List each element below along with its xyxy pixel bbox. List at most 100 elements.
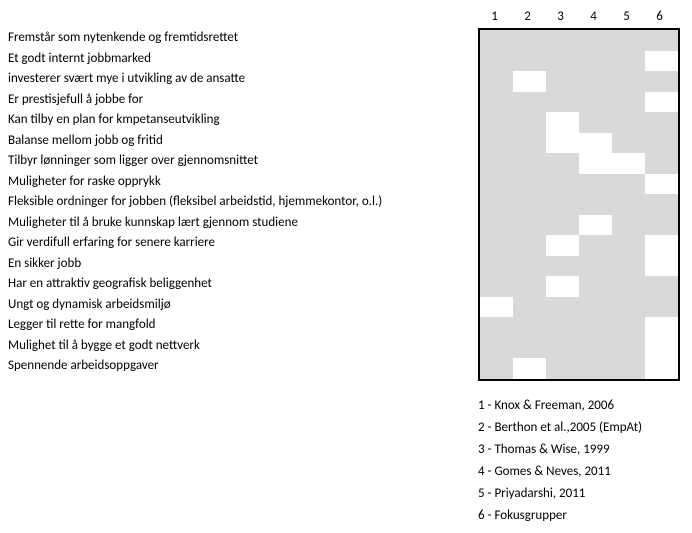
matrix-cell: [612, 194, 645, 215]
matrix-cell: [612, 276, 645, 297]
matrix-cell: [546, 92, 579, 113]
matrix-cell: [546, 297, 579, 318]
legend-item: 3 - Thomas & Wise, 1999: [478, 439, 686, 461]
matrix-cell: [513, 297, 546, 318]
matrix-cell: [645, 112, 678, 133]
matrix-cell: [513, 235, 546, 256]
matrix-cell: [645, 317, 678, 338]
matrix-cell: [546, 112, 579, 133]
col-header: 4: [577, 6, 610, 28]
matrix-cell: [612, 297, 645, 318]
row-labels: Fremstår som nytenkende og fremtidsrette…: [6, 28, 478, 381]
matrix-cell: [579, 133, 612, 154]
matrix-cell: [480, 256, 513, 277]
legend-item: 4 - Gomes & Neves, 2011: [478, 461, 686, 483]
matrix-cell: [546, 256, 579, 277]
legend-item: 6 - Fokusgrupper: [478, 505, 686, 527]
matrix-cell: [579, 256, 612, 277]
matrix-cell: [579, 276, 612, 297]
col-header: 3: [544, 6, 577, 28]
row-label: Balanse mellom jobb og fritid: [6, 131, 478, 152]
matrix-cell: [513, 153, 546, 174]
matrix-cell: [579, 358, 612, 379]
matrix-cell: [480, 133, 513, 154]
matrix-cell: [645, 358, 678, 379]
matrix-cell: [645, 276, 678, 297]
matrix-row: [480, 317, 678, 338]
matrix-cell: [546, 338, 579, 359]
matrix-cell: [612, 235, 645, 256]
matrix-row: [480, 256, 678, 277]
matrix-body: [478, 28, 680, 381]
header-spacer: [6, 6, 478, 28]
legend-item: 1 - Knox & Freeman, 2006: [478, 395, 686, 417]
matrix-cell: [546, 215, 579, 236]
matrix-row: [480, 358, 678, 379]
matrix-cell: [612, 133, 645, 154]
matrix-cell: [546, 358, 579, 379]
matrix-cell: [480, 30, 513, 51]
row-label: Fremstår som nytenkende og fremtidsrette…: [6, 28, 478, 49]
matrix-cell: [612, 215, 645, 236]
col-header: 6: [643, 6, 676, 28]
legend: 1 - Knox & Freeman, 20062 - Berthon et a…: [478, 395, 686, 527]
matrix-cell: [645, 30, 678, 51]
matrix-cell: [546, 317, 579, 338]
matrix-cell: [480, 174, 513, 195]
matrix-cell: [480, 358, 513, 379]
col-header: 2: [511, 6, 544, 28]
matrix-cell: [480, 317, 513, 338]
matrix-cell: [480, 276, 513, 297]
row-label: investerer svært mye i utvikling av de a…: [6, 69, 478, 90]
row-label: Et godt internt jobbmarked: [6, 49, 478, 70]
matrix-cell: [579, 194, 612, 215]
matrix-row: [480, 338, 678, 359]
row-label: Muligheter til å bruke kunnskap lært gje…: [6, 213, 478, 234]
matrix-cell: [612, 153, 645, 174]
col-header: 1: [478, 6, 511, 28]
matrix-cell: [579, 51, 612, 72]
row-label: Muligheter for raske opprykk: [6, 172, 478, 193]
matrix-cell: [645, 153, 678, 174]
matrix-cell: [579, 297, 612, 318]
matrix-cell: [612, 112, 645, 133]
row-label: Spennende arbeidsoppgaver: [6, 356, 478, 377]
matrix-cell: [546, 235, 579, 256]
matrix-cell: [645, 174, 678, 195]
matrix-cell: [513, 174, 546, 195]
matrix-cell: [579, 338, 612, 359]
matrix-row: [480, 112, 678, 133]
matrix-row: [480, 215, 678, 236]
matrix-cell: [612, 92, 645, 113]
matrix-cell: [546, 194, 579, 215]
matrix-cell: [645, 92, 678, 113]
row-label: Fleksible ordninger for jobben (fleksibe…: [6, 192, 478, 213]
matrix-cell: [513, 358, 546, 379]
matrix-cell: [612, 338, 645, 359]
matrix-cell: [546, 276, 579, 297]
matrix-cell: [579, 235, 612, 256]
matrix-cell: [513, 256, 546, 277]
matrix-cell: [480, 92, 513, 113]
row-label: Tilbyr lønninger som ligger over gjennom…: [6, 151, 478, 172]
matrix-cell: [645, 133, 678, 154]
matrix-cell: [645, 194, 678, 215]
matrix-cell: [513, 276, 546, 297]
matrix-cell: [645, 215, 678, 236]
matrix-cell: [612, 51, 645, 72]
matrix-cell: [645, 256, 678, 277]
row-label: Ungt og dynamisk arbeidsmiljø: [6, 295, 478, 316]
matrix-cell: [513, 133, 546, 154]
matrix-cell: [579, 92, 612, 113]
matrix-cell: [612, 174, 645, 195]
matrix-cell: [645, 297, 678, 318]
matrix-cell: [480, 51, 513, 72]
matrix-row: [480, 92, 678, 113]
matrix-cell: [612, 317, 645, 338]
matrix-cell: [513, 30, 546, 51]
matrix-cell: [546, 174, 579, 195]
chart-container: 1 2 3 4 5 6 Fremstår som nytenkende og f…: [6, 6, 686, 527]
matrix-cell: [480, 153, 513, 174]
matrix-cell: [480, 215, 513, 236]
row-label: Er prestisjefull å jobbe for: [6, 90, 478, 111]
